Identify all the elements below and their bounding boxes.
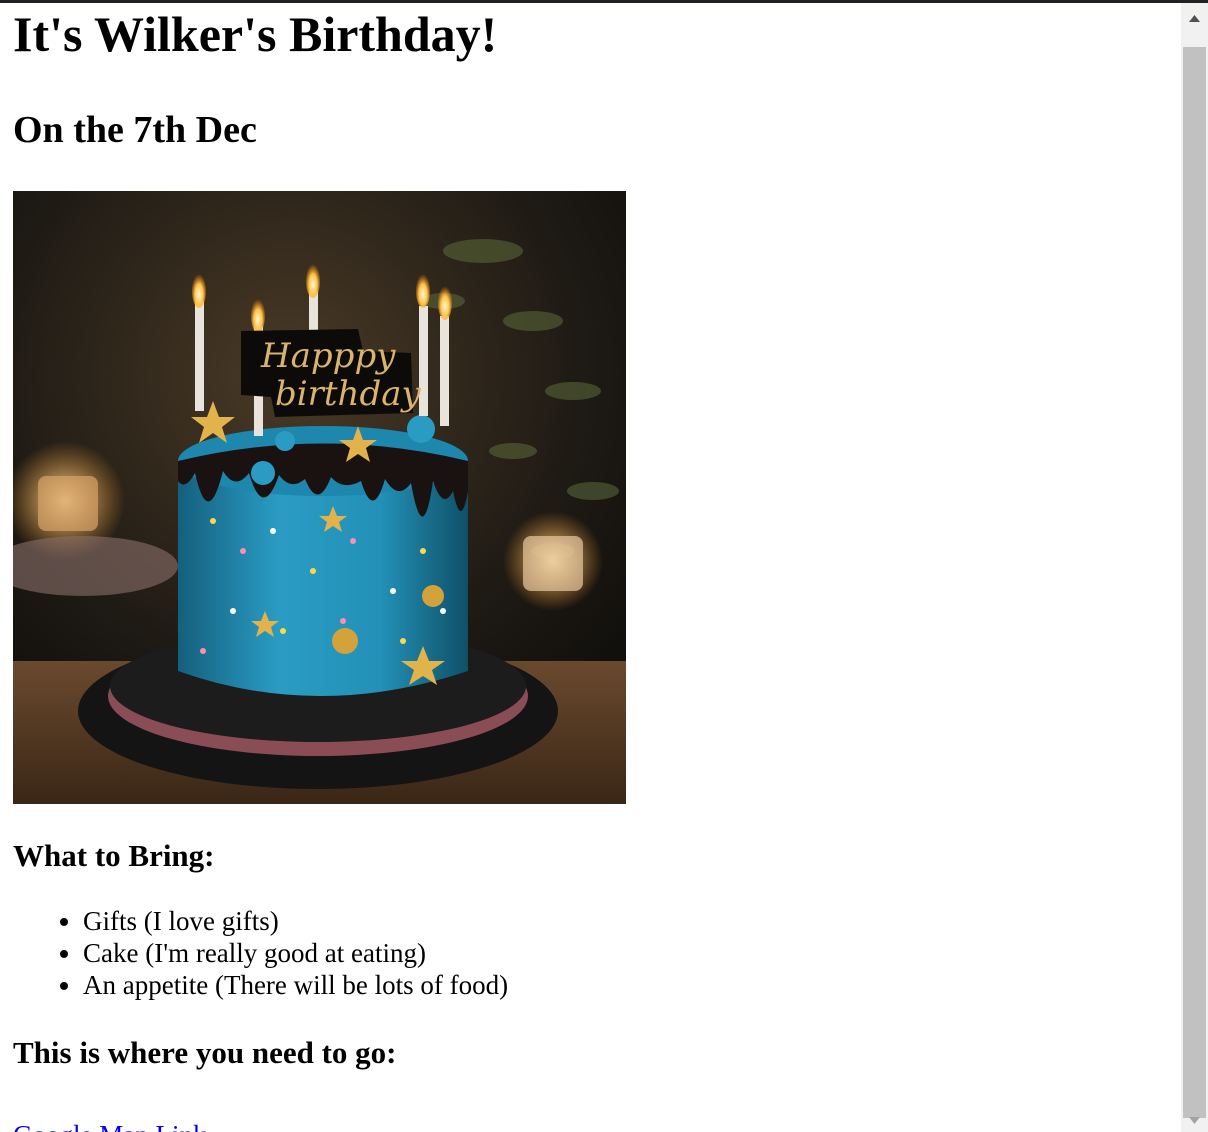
list-item: Cake (I'm really good at eating) bbox=[83, 937, 1178, 969]
what-to-bring-heading: What to Bring: bbox=[13, 838, 215, 873]
topper-text-happpy: Happpy bbox=[260, 336, 396, 376]
birthday-cake-image: Happpy birthday bbox=[13, 191, 626, 804]
triangle-down-icon bbox=[1189, 1116, 1200, 1124]
google-map-link[interactable]: Google Map Link bbox=[13, 1119, 206, 1132]
triangle-up-icon bbox=[1189, 14, 1200, 22]
scroll-thumb[interactable] bbox=[1183, 47, 1206, 1118]
vertical-scrollbar[interactable] bbox=[1181, 3, 1208, 1132]
browser-viewport: It's Wilker's Birthday! On the 7th Dec H… bbox=[0, 0, 1208, 1132]
topper-text-birthday: birthday bbox=[275, 374, 421, 414]
bring-list: Gifts (I love gifts) Cake (I'm really go… bbox=[13, 905, 1178, 1001]
location-heading: This is where you need to go: bbox=[13, 1035, 397, 1070]
scroll-up-button[interactable] bbox=[1181, 3, 1208, 33]
page-subtitle: On the 7th Dec bbox=[13, 109, 257, 151]
page-content: It's Wilker's Birthday! On the 7th Dec H… bbox=[13, 3, 1178, 1132]
scroll-down-button[interactable] bbox=[1181, 1108, 1208, 1132]
list-item: An appetite (There will be lots of food) bbox=[83, 969, 1178, 1001]
list-item: Gifts (I love gifts) bbox=[83, 905, 1178, 937]
page-title: It's Wilker's Birthday! bbox=[13, 6, 498, 62]
